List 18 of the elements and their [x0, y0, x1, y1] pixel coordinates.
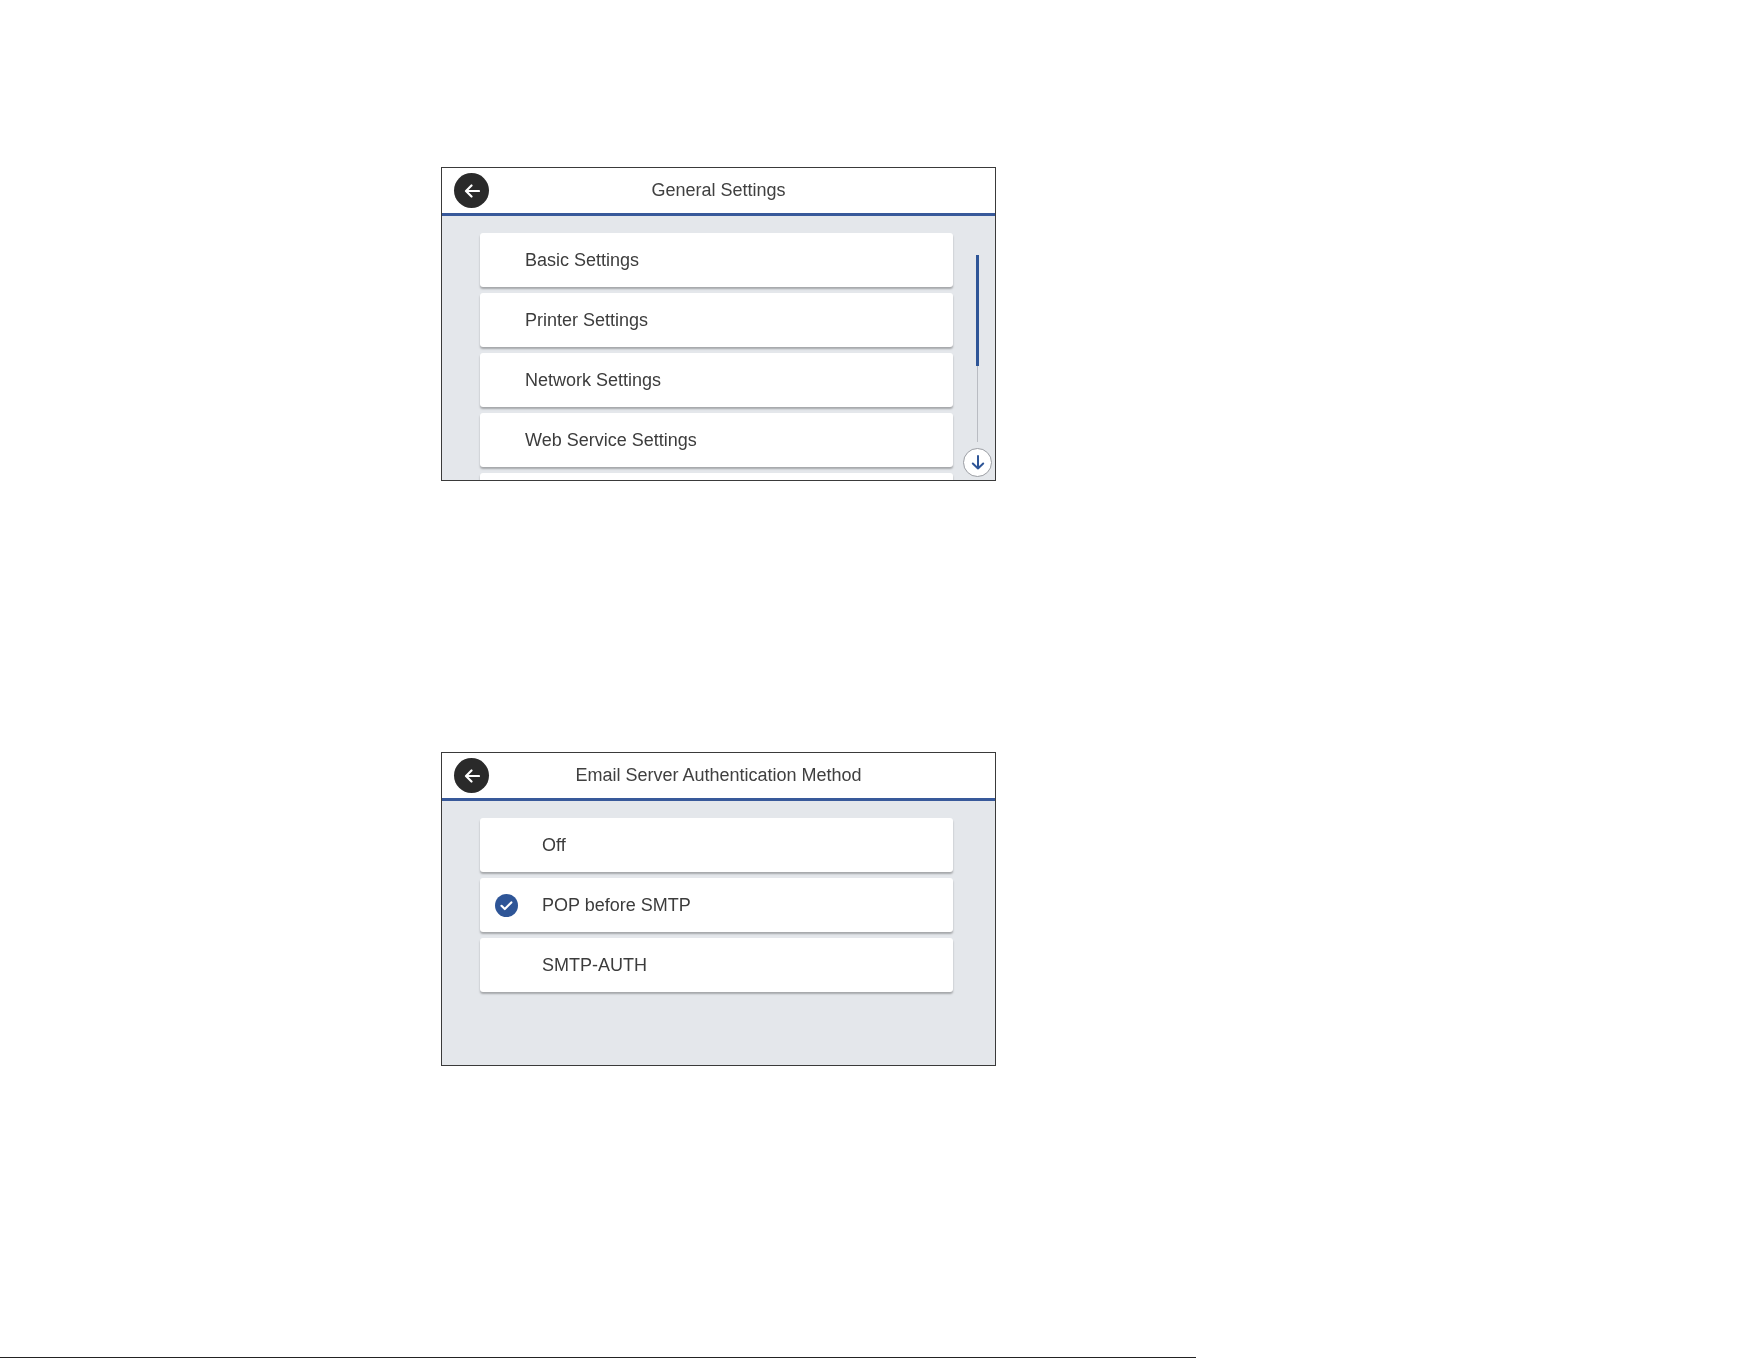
screen-title: Email Server Authentication Method: [575, 765, 862, 786]
checkmark-icon: [495, 893, 518, 917]
menu-item[interactable]: Printer Settings: [480, 293, 953, 347]
scroll-down-button[interactable]: [963, 448, 992, 477]
scrollbar-thumb[interactable]: [976, 255, 979, 366]
menu-item[interactable]: Basic Settings: [480, 233, 953, 287]
back-button[interactable]: [454, 173, 489, 208]
menu-item[interactable]: Web Service Settings: [480, 413, 953, 467]
left-arrow-icon: [463, 183, 480, 198]
down-arrow-icon: [970, 455, 985, 470]
screen-title: General Settings: [651, 180, 786, 201]
option-item[interactable]: POP before SMTP: [480, 878, 953, 932]
left-arrow-icon: [463, 768, 480, 783]
option-item[interactable]: SMTP-AUTH: [480, 938, 953, 992]
back-button[interactable]: [454, 758, 489, 793]
menu-item[interactable]: Network Settings: [480, 353, 953, 407]
option-item[interactable]: Off: [480, 818, 953, 872]
scrollbar-track[interactable]: [976, 255, 979, 442]
